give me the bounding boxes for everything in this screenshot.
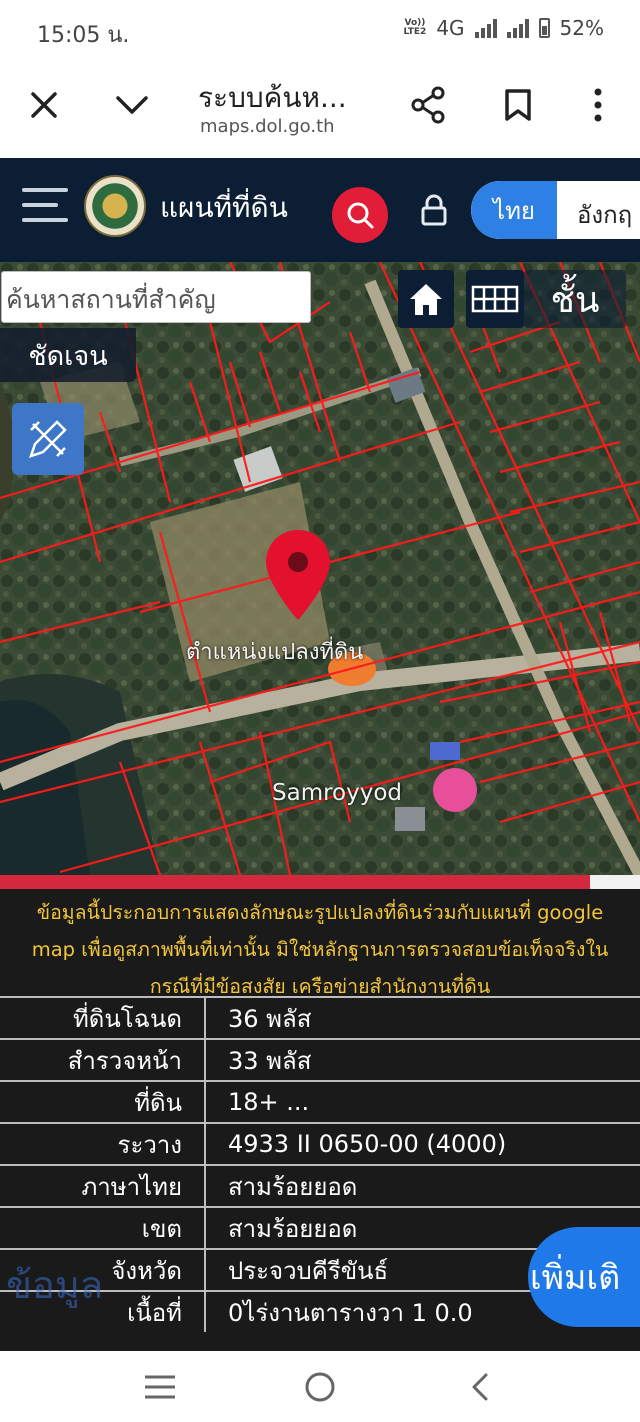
home-button[interactable] [398,270,454,328]
department-logo [84,175,146,237]
status-bar: 15:05 น. Vo)) LTE2 4G 52% [0,0,640,62]
row-label: ภาษาไทย [0,1164,206,1207]
place-search-input[interactable]: ค้นหาสถานที่สำคัญ [1,271,311,323]
search-icon [347,202,374,229]
table-row: ที่ดิน 18+ ... [0,1080,640,1123]
lock-icon[interactable] [420,194,448,230]
bookmark-icon[interactable] [488,62,548,148]
home-icon [410,284,442,315]
place-label: Samroyyod [272,780,403,806]
signal-icon [474,18,497,38]
status-time: 15:05 น. [37,23,130,48]
share-icon[interactable] [398,62,458,148]
row-label: ระวาง [0,1122,206,1165]
volte-icon: Vo)) LTE2 [403,18,427,37]
site-brand: แผนที่ที่ดิน [160,191,288,224]
row-value: สามร้อยยอด [205,1164,640,1207]
pin-label: ตำแหน่งแปลงที่ดิน [186,640,364,665]
more-button[interactable]: เพิ่มเติ [528,1227,640,1327]
back-icon[interactable] [440,1351,520,1422]
disclaimer-text: ข้อมูลนี้ประกอบการแสดงลักษณะรูปแปลงที่ดิ… [31,901,609,998]
system-nav-bar [0,1351,640,1422]
table-row: ที่ดินโฉนด 36 พลัส [0,996,640,1039]
page-url[interactable]: maps.dol.go.th [200,116,335,137]
parcel-info-panel: ข้อมูลนี้ประกอบการแสดงลักษณะรูปแปลงที่ดิ… [0,889,640,1351]
language-toggle[interactable]: ไทย อังกฤ [471,181,640,239]
grid-icon [471,285,519,313]
home-circle-icon[interactable] [280,1351,360,1422]
network-type: 4G [436,16,465,40]
site-header: แผนที่ที่ดิน ไทย อังกฤ [0,158,640,262]
map-progress-bar [0,875,640,889]
close-icon[interactable] [14,62,74,148]
row-value: 4933 II 0650-00 (4000) [205,1122,640,1165]
pencil-ruler-icon [29,420,67,458]
status-icons: Vo)) LTE2 4G 52% [404,16,604,40]
recent-apps-icon[interactable] [120,1351,200,1422]
row-value: 36 พลัส [205,996,640,1039]
menu-icon[interactable] [22,188,68,233]
clear-button[interactable]: ชัดเจน [0,328,136,382]
map-view[interactable]: ค้นหาสถานที่สำคัญ ชัดเจน ชั้น ตำแหน่งแปล… [0,262,640,875]
lang-thai[interactable]: ไทย [471,181,557,239]
row-value: 18+ ... [205,1080,640,1123]
row-value: 33 พลัส [205,1038,640,1081]
browser-toolbar: ระบบค้นห... maps.dol.go.th [0,62,640,158]
page-title: ระบบค้นห... [198,81,347,114]
lang-english[interactable]: อังกฤ [577,195,632,234]
table-row: ระวาง 4933 II 0650-00 (4000) [0,1122,640,1165]
search-button[interactable] [332,187,388,243]
battery-percent: 52% [559,16,604,40]
row-label: สำรวจหน้า [0,1038,206,1081]
row-label: ที่ดินโฉนด [0,996,206,1039]
table-row: ภาษาไทย สามร้อยยอด [0,1164,640,1207]
battery-icon [538,18,550,38]
draw-tool-button[interactable] [12,403,84,475]
more-vert-icon[interactable] [568,62,628,148]
table-row: สำรวจหน้า 33 พลัส [0,1038,640,1081]
grid-button[interactable] [466,270,524,328]
signal-icon-2 [506,18,529,38]
info-button[interactable]: ข้อมูล [0,1241,156,1327]
layers-button[interactable]: ชั้น [524,270,626,328]
row-label: ที่ดิน [0,1080,206,1123]
chevron-down-icon[interactable] [102,62,162,148]
